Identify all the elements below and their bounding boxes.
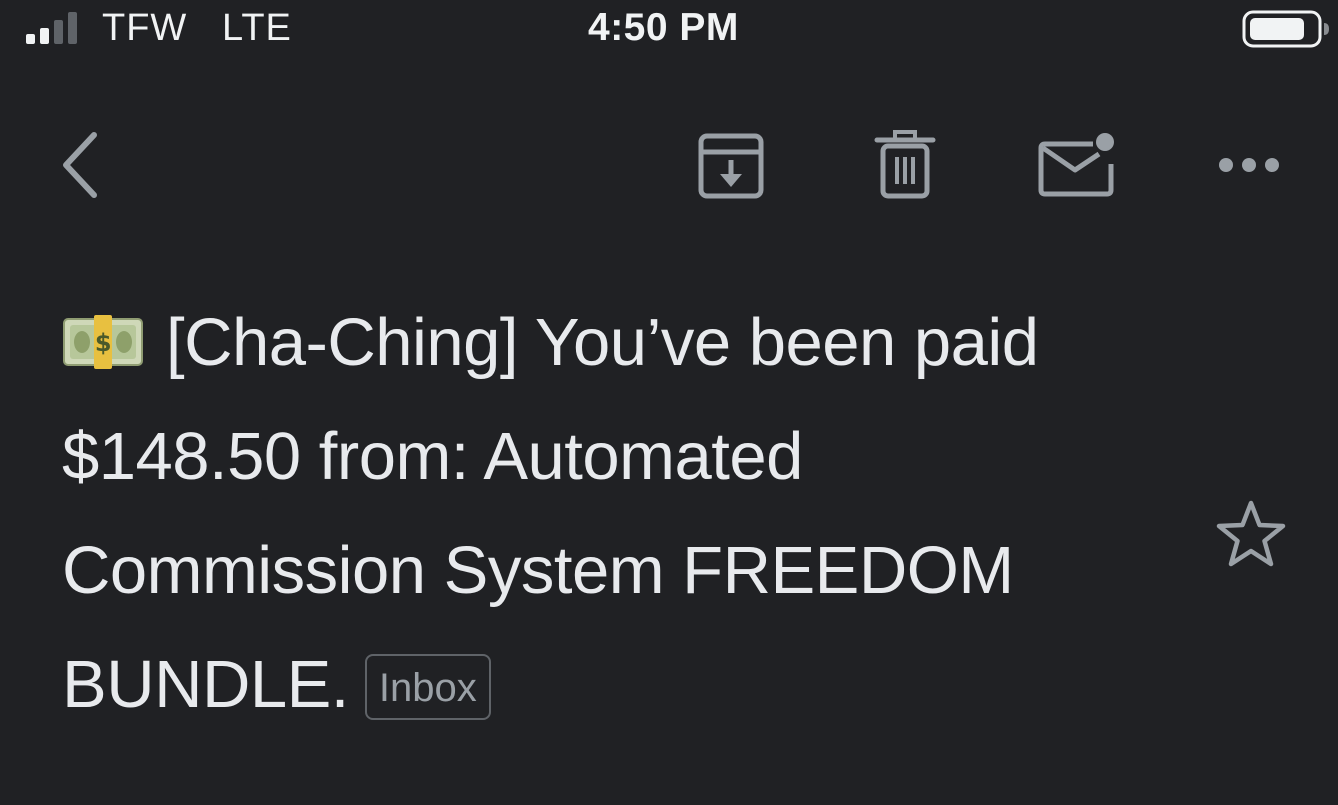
more-options-button[interactable] (1204, 110, 1294, 220)
battery-icon (1242, 10, 1329, 48)
network-type: LTE (222, 7, 292, 49)
status-bar: TFW LTE 4:50 PM (0, 0, 1338, 62)
star-outline-icon (1216, 500, 1286, 567)
delete-button[interactable] (860, 110, 950, 220)
inbox-label-chip[interactable]: Inbox (364, 654, 491, 720)
money-banknote-icon: $ (63, 315, 143, 369)
carrier-name: TFW (102, 7, 188, 49)
archive-button[interactable] (686, 110, 776, 220)
more-options-icon (1219, 158, 1279, 172)
star-button[interactable] (1206, 494, 1296, 574)
email-detail-screen: TFW LTE 4:50 PM $ [Cha-Ching] You’ve bee… (0, 0, 1338, 805)
svg-text:$: $ (95, 329, 111, 357)
email-toolbar (0, 110, 1338, 220)
trash-icon (874, 130, 936, 199)
status-time: 4:50 PM (588, 6, 739, 49)
cellular-signal-icon (26, 12, 77, 44)
email-subject-block: $ [Cha-Ching] You’ve been paid $148.50 f… (62, 286, 1182, 742)
email-subject-text: [Cha-Ching] You’ve been paid $148.50 fro… (62, 305, 1039, 722)
mark-unread-icon (1038, 133, 1114, 197)
email-subject: $ [Cha-Ching] You’ve been paid $148.50 f… (62, 286, 1182, 742)
archive-icon (698, 133, 764, 199)
back-button[interactable] (36, 110, 126, 220)
back-arrow-icon (63, 132, 97, 198)
mark-unread-button[interactable] (1032, 110, 1122, 220)
